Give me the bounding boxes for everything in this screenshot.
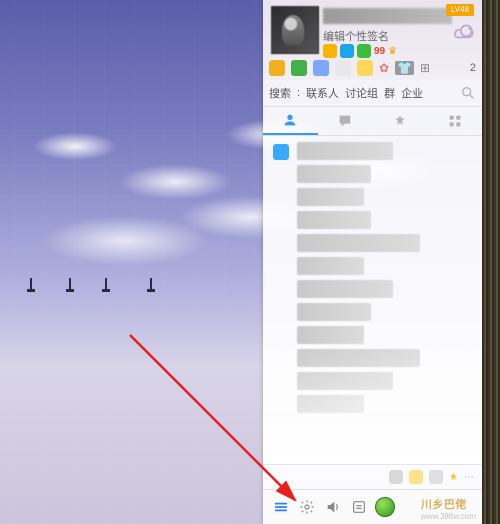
search-input[interactable] (429, 86, 454, 100)
search-seg-enterprise[interactable]: 企业 (401, 85, 423, 101)
list-item[interactable] (297, 280, 393, 298)
list-item[interactable] (297, 257, 364, 275)
apps-toggle-icon[interactable]: ⊞ (420, 61, 430, 75)
crown-icon[interactable]: ♛ (388, 46, 397, 57)
search-seg-discussions[interactable]: 讨论组 (345, 85, 378, 101)
tab-contacts[interactable] (263, 107, 318, 135)
user-nickname-blurred[interactable] (323, 8, 452, 24)
service-icon[interactable] (340, 44, 354, 58)
watermark: 川乡巴佬 www.386w.com (421, 496, 476, 521)
main-tabs (263, 107, 482, 136)
appstrip-icon[interactable] (429, 470, 443, 484)
signature-field[interactable]: 编辑个性签名 (323, 28, 389, 44)
application-strip: ★ ⋯ (263, 464, 482, 489)
sound-button[interactable] (323, 497, 343, 517)
qq-main-panel: LV48 编辑个性签名 99 ♛ ✿ 👕 ⊞ 2 搜索: 联系人 (263, 0, 482, 524)
weather-icon[interactable] (450, 20, 476, 46)
shirt-icon[interactable]: 👕 (395, 61, 414, 75)
app-icon[interactable] (335, 60, 351, 76)
contact-list[interactable] (263, 136, 482, 464)
main-menu-button[interactable] (271, 497, 291, 517)
list-item[interactable] (297, 326, 364, 344)
header-app-row: ✿ 👕 ⊞ 2 (269, 60, 476, 76)
list-item[interactable] (297, 165, 371, 183)
service-icon-2[interactable] (357, 44, 371, 58)
panel-header: LV48 编辑个性签名 99 ♛ ✿ 👕 ⊞ 2 (263, 0, 482, 80)
flower-icon[interactable]: ✿ (379, 61, 389, 75)
list-item[interactable] (297, 303, 371, 321)
search-seg-contacts[interactable]: 联系人 (306, 85, 339, 101)
app-icon[interactable] (291, 60, 307, 76)
header-count: 2 (470, 62, 476, 74)
level-badge[interactable]: LV48 (446, 4, 474, 16)
svip-level[interactable]: 99 (374, 46, 385, 57)
list-fade (263, 344, 482, 464)
app-icon[interactable] (357, 60, 373, 76)
qzone-star-icon[interactable]: ★ (449, 472, 458, 483)
appstrip-icon[interactable] (389, 470, 403, 484)
search-bar: 搜索: 联系人 讨论组 群 企业 (263, 80, 482, 107)
vip-icon-row: 99 ♛ (323, 44, 397, 58)
list-item[interactable] (297, 234, 420, 252)
app-icon[interactable] (269, 60, 285, 76)
app-icon[interactable] (313, 60, 329, 76)
wallpaper-right-trees (482, 0, 500, 524)
app-box-button[interactable] (349, 497, 369, 517)
settings-button[interactable] (297, 497, 317, 517)
bottom-bar: 川乡巴佬 www.386w.com (263, 489, 482, 524)
tab-messages[interactable] (318, 107, 373, 135)
tab-space[interactable] (373, 107, 428, 135)
tab-more[interactable] (427, 107, 482, 135)
list-item[interactable] (297, 188, 364, 206)
user-avatar[interactable] (271, 6, 319, 54)
list-item[interactable] (297, 142, 393, 160)
list-item[interactable] (297, 211, 371, 229)
appstrip-more-icon[interactable]: ⋯ (464, 472, 474, 483)
security-button[interactable] (375, 497, 395, 517)
appstrip-icon[interactable] (409, 470, 423, 484)
search-seg-groups[interactable]: 群 (384, 85, 395, 101)
search-label: 搜索 (269, 85, 291, 101)
search-icon[interactable] (460, 85, 476, 101)
qzone-icon[interactable] (323, 44, 337, 58)
